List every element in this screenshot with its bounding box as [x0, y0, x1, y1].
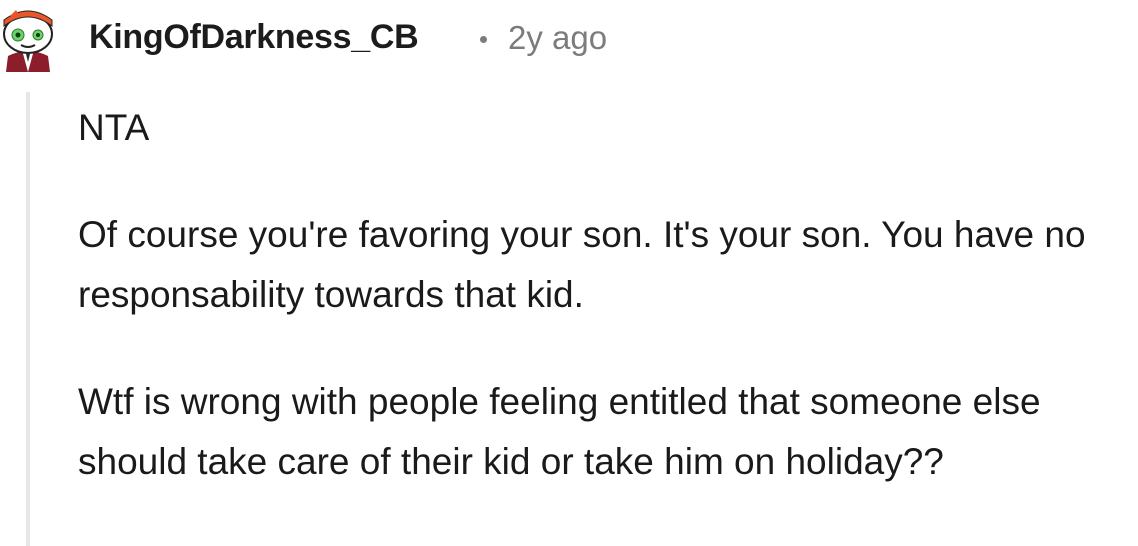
comment-timestamp[interactable]: 2y ago [508, 19, 607, 57]
thread-collapse-line[interactable] [26, 92, 30, 546]
avatar-icon[interactable] [0, 4, 60, 72]
dot-separator-icon [480, 36, 487, 43]
comment-paragraph: NTA [78, 107, 150, 148]
comment-header: KingOfDarkness_CB 2y ago [0, 0, 1138, 78]
comment-paragraph: Of course you're favoring your son. It's… [78, 214, 1086, 315]
comment-paragraph: Wtf is wrong with people feeling entitle… [78, 381, 1041, 482]
comment-author[interactable]: KingOfDarkness_CB [89, 18, 419, 57]
comment-body: NTA Of course you're favoring your son. … [78, 98, 1136, 539]
